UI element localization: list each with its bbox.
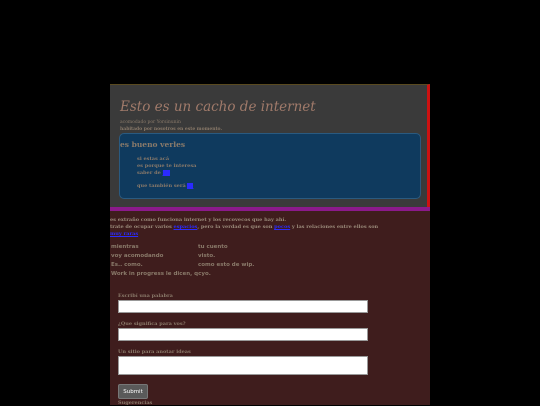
intro-text: es extraño como funciona internet y los … bbox=[110, 217, 287, 223]
welcome-line: si estas acá bbox=[137, 156, 170, 162]
list-item: voy acomodando visto. bbox=[111, 253, 311, 262]
list-item-left: Es.. como. bbox=[111, 262, 143, 268]
list-item-right: visto. bbox=[198, 253, 216, 259]
intro-text-part: trate de ocupar varios bbox=[110, 224, 174, 230]
wip-list: mientras tu cuento voy acomodando visto.… bbox=[111, 244, 311, 280]
meaning-label: ¿Que significa para vos? bbox=[118, 321, 186, 327]
list-item-left: voy acomodando bbox=[111, 253, 164, 259]
site-header: Esto es un cacho de internet acomodado p… bbox=[110, 84, 430, 208]
ideas-input[interactable] bbox=[118, 356, 368, 375]
list-item-left: Work in progress le dicen, qcyo. bbox=[111, 271, 211, 277]
welcome-line: que también será tú bbox=[137, 183, 194, 189]
spaces-link[interactable]: espacios bbox=[174, 224, 198, 230]
intro-text-part: y las relaciones entre ellos son bbox=[290, 224, 379, 230]
welcome-box: es bueno verles si estas acá es porque t… bbox=[119, 133, 421, 199]
welcome-line: saber de mí bbox=[137, 170, 170, 176]
list-item-right: tu cuento bbox=[198, 244, 228, 250]
list-item-left: mientras bbox=[111, 244, 139, 250]
ideas-label: Un sitio para anotar ideas bbox=[118, 349, 191, 355]
submit-button[interactable]: Submit bbox=[118, 384, 148, 399]
welcome-line: es porque te interesa bbox=[137, 163, 197, 169]
few-link[interactable]: pocos bbox=[274, 224, 290, 230]
intro-text-part: , pero la verdad es que son bbox=[197, 224, 275, 230]
site-tagline: habitado por nosotros en este momento. bbox=[120, 127, 223, 132]
suggestions-heading: Sugerencias bbox=[118, 400, 153, 406]
list-item: Work in progress le dicen, qcyo. bbox=[111, 271, 311, 280]
me-link[interactable]: mí bbox=[162, 170, 170, 176]
site-subtitle: acomodado por Yorsinunin bbox=[120, 120, 181, 125]
welcome-line-text: que también será bbox=[137, 183, 188, 189]
weird-link[interactable]: muy raras bbox=[110, 231, 138, 237]
list-item: Es.. como. como esto de wip. bbox=[111, 262, 311, 271]
welcome-heading: es bueno verles bbox=[120, 140, 186, 149]
intro-text: trate de ocupar varios espacios, pero la… bbox=[110, 224, 378, 230]
site-title: Esto es un cacho de internet bbox=[120, 99, 316, 115]
welcome-line-text: saber de bbox=[137, 170, 163, 176]
word-label: Escribí una palabra bbox=[118, 293, 173, 299]
main-content: es extraño como funciona internet y los … bbox=[110, 211, 430, 406]
intro-text: muy raras bbox=[110, 231, 138, 237]
word-input[interactable] bbox=[118, 300, 368, 313]
list-item: mientras tu cuento bbox=[111, 244, 311, 253]
list-item-right: como esto de wip. bbox=[198, 262, 255, 268]
page-container: Esto es un cacho de internet acomodado p… bbox=[110, 0, 430, 406]
you-link[interactable]: tú bbox=[187, 183, 194, 189]
meaning-input[interactable] bbox=[118, 328, 368, 341]
